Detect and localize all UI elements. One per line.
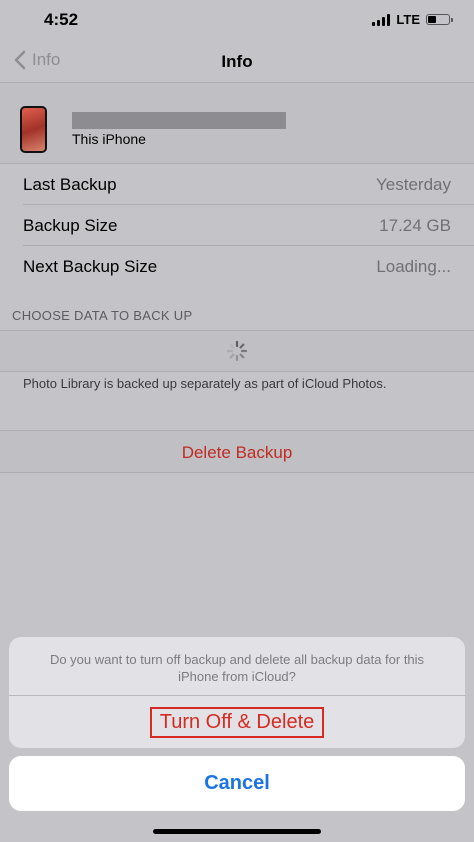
info-label: Backup Size xyxy=(23,216,118,235)
info-label: Next Backup Size xyxy=(23,257,158,276)
data-list-loading-row xyxy=(0,330,474,372)
info-row-next-backup-size: Next Backup Size Loading... xyxy=(23,246,474,287)
backup-info-screen: 4:52 LTE Info Info This iPhone Last Back… xyxy=(0,0,474,842)
cancel-label: Cancel xyxy=(204,772,270,794)
confirmation-action-sheet: Do you want to turn off backup and delet… xyxy=(9,637,465,748)
loading-spinner-icon xyxy=(226,340,248,362)
action-sheet-message: Do you want to turn off backup and delet… xyxy=(49,652,425,684)
status-bar: 4:52 LTE xyxy=(0,0,474,44)
info-value: Loading... xyxy=(376,257,451,276)
delete-backup-button[interactable]: Delete Backup xyxy=(0,430,474,473)
page-title: Info xyxy=(221,52,253,71)
info-row-backup-size: Backup Size 17.24 GB xyxy=(23,205,474,246)
backup-info-list: Last Backup Yesterday Backup Size 17.24 … xyxy=(0,163,474,288)
photo-library-note: Photo Library is backed up separately as… xyxy=(23,376,387,391)
turn-off-and-delete-button[interactable]: Turn Off & Delete xyxy=(9,696,465,748)
home-indicator[interactable] xyxy=(153,829,321,834)
info-value: Yesterday xyxy=(376,175,451,194)
device-header: This iPhone xyxy=(0,83,474,163)
section-header-data-to-back-up: CHOOSE DATA TO BACK UP xyxy=(12,308,193,323)
battery-icon xyxy=(426,14,453,25)
device-name-redacted xyxy=(72,112,286,129)
info-value: 17.24 GB xyxy=(379,216,451,235)
device-subtitle: This iPhone xyxy=(72,131,146,147)
iphone-icon xyxy=(20,106,47,153)
cancel-button[interactable]: Cancel xyxy=(9,756,465,811)
turn-off-and-delete-label: Turn Off & Delete xyxy=(149,706,325,738)
status-time: 4:52 xyxy=(44,10,79,29)
status-indicators: LTE xyxy=(372,12,453,27)
delete-backup-label: Delete Backup xyxy=(181,443,293,462)
signal-strength-icon xyxy=(372,13,391,26)
network-type: LTE xyxy=(396,12,420,27)
info-row-last-backup: Last Backup Yesterday xyxy=(23,164,474,205)
navigation-bar: Info Info xyxy=(0,44,474,83)
info-label: Last Backup xyxy=(23,175,117,194)
